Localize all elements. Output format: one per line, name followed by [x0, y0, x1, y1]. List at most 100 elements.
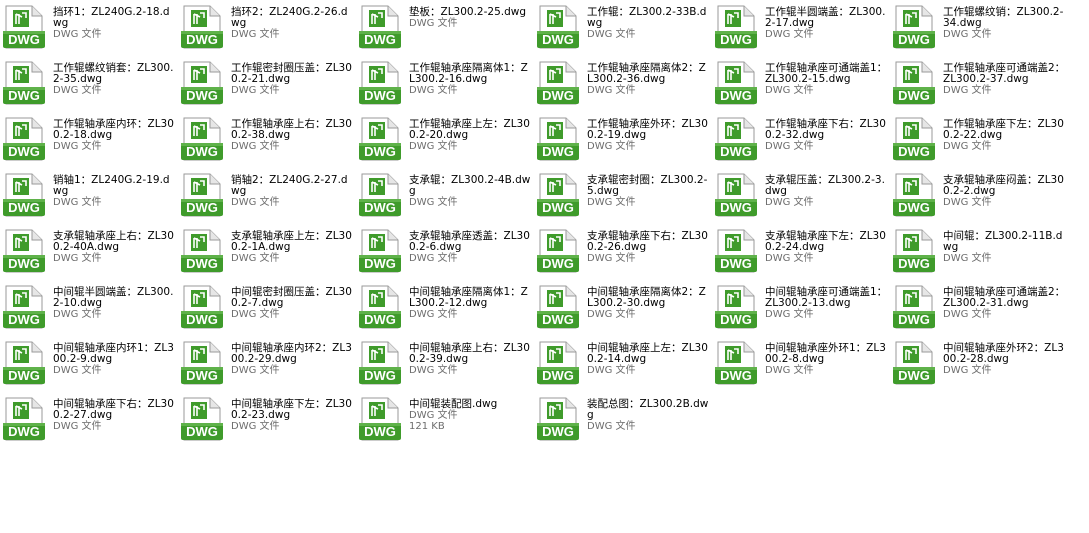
file-item[interactable]: DWG 工作辊轴承座外环：ZL300.2-19.dwg DWG 文件	[534, 114, 712, 170]
file-item[interactable]: DWG 支承辊轴承座上右：ZL300.2-40A.dwg DWG 文件	[0, 226, 178, 282]
file-type: DWG 文件	[587, 85, 636, 96]
file-details: 中间辊：ZL300.2-11B.dwg DWG 文件	[943, 231, 1066, 265]
file-name: 销轴1：ZL240G.2-19.dwg	[53, 174, 170, 197]
dwg-file-icon: DWG	[536, 397, 580, 441]
file-name: 工作辊轴承座外环：ZL300.2-19.dwg	[587, 118, 708, 141]
file-item[interactable]: DWG 销轴1：ZL240G.2-19.dwg DWG 文件	[0, 170, 178, 226]
file-item[interactable]: DWG 支承辊压盖：ZL300.2-3.dwg DWG 文件	[712, 170, 890, 226]
file-details: 工作辊轴承座隔离体1：ZL300.2-16.dwg DWG 文件	[409, 63, 532, 97]
file-item[interactable]: DWG 工作辊半圆端盖：ZL300.2-17.dwg DWG 文件	[712, 2, 890, 58]
file-name: 工作辊轴承座隔离体2：ZL300.2-36.dwg	[587, 62, 706, 85]
file-icon-label: DWG	[364, 88, 396, 103]
file-item[interactable]: DWG 支承辊轴承座下右：ZL300.2-26.dwg DWG 文件	[534, 226, 712, 282]
file-icon-label: DWG	[8, 32, 40, 47]
file-item[interactable]: DWG 工作辊轴承座可通端盖1：ZL300.2-15.dwg DWG 文件	[712, 58, 890, 114]
file-item[interactable]: DWG 工作辊轴承座下左：ZL300.2-22.dwg DWG 文件	[890, 114, 1068, 170]
file-item[interactable]: DWG 工作辊轴承座隔离体2：ZL300.2-36.dwg DWG 文件	[534, 58, 712, 114]
file-item[interactable]: DWG 中间辊轴承座内环2：ZL300.2-29.dwg DWG 文件	[178, 338, 356, 394]
file-item[interactable]: DWG 垫板：ZL300.2-25.dwg DWG 文件	[356, 2, 534, 58]
dwg-file-icon: DWG	[536, 117, 580, 161]
file-item[interactable]: DWG 中间辊轴承座上左：ZL300.2-14.dwg DWG 文件	[534, 338, 712, 394]
file-item[interactable]: DWG 中间辊轴承座下右：ZL300.2-27.dwg DWG 文件	[0, 394, 178, 450]
file-type: DWG 文件	[231, 421, 280, 432]
file-details: 工作辊轴承座可通端盖2：ZL300.2-37.dwg DWG 文件	[943, 63, 1066, 97]
dwg-file-icon: DWG	[714, 5, 758, 49]
file-details: 支承辊：ZL300.2-4B.dwg DWG 文件	[409, 174, 532, 209]
file-item[interactable]: DWG 工作辊密封圈压盖：ZL300.2-21.dwg DWG 文件	[178, 58, 356, 114]
file-type: DWG 文件	[943, 29, 992, 40]
file-item[interactable]: DWG 工作辊轴承座上右：ZL300.2-38.dwg DWG 文件	[178, 114, 356, 170]
file-item[interactable]: DWG 中间辊轴承座隔离体1：ZL300.2-12.dwg DWG 文件	[356, 282, 534, 338]
file-item[interactable]: DWG 支承辊轴承座下左：ZL300.2-24.dwg DWG 文件	[712, 226, 890, 282]
dwg-file-icon: DWG	[180, 285, 224, 329]
file-item[interactable]: DWG 工作辊：ZL300.2-33B.dwg DWG 文件	[534, 2, 712, 58]
file-item[interactable]: DWG 中间辊：ZL300.2-11B.dwg DWG 文件	[890, 226, 1068, 282]
dwg-file-icon: DWG	[2, 229, 46, 273]
file-name: 中间辊轴承座内环2：ZL300.2-29.dwg	[231, 342, 352, 365]
file-icon-label: DWG	[542, 200, 574, 215]
file-item[interactable]: DWG 支承辊轴承座上左：ZL300.2-1A.dwg DWG 文件	[178, 226, 356, 282]
file-item[interactable]: DWG 工作辊轴承座隔离体1：ZL300.2-16.dwg DWG 文件	[356, 58, 534, 114]
dwg-file-icon: DWG	[180, 397, 224, 441]
dwg-file-icon: DWG	[892, 341, 936, 385]
file-name: 垫板：ZL300.2-25.dwg	[409, 6, 527, 18]
file-type: DWG 文件	[943, 253, 992, 264]
file-item[interactable]: DWG 工作辊螺纹销：ZL300.2-34.dwg DWG 文件	[890, 2, 1068, 58]
file-item[interactable]: DWG 工作辊轴承座可通端盖2：ZL300.2-37.dwg DWG 文件	[890, 58, 1068, 114]
file-name: 支承辊：ZL300.2-4B.dwg	[409, 174, 531, 197]
file-item[interactable]: DWG 中间辊轴承座外环2：ZL300.2-28.dwg DWG 文件	[890, 338, 1068, 394]
file-type: DWG 文件	[587, 253, 636, 264]
file-icon-label: DWG	[720, 88, 752, 103]
file-icon-label: DWG	[186, 424, 218, 439]
file-item[interactable]: DWG 中间辊装配图.dwg DWG 文件 121 KB	[356, 394, 534, 450]
file-details: 销轴1：ZL240G.2-19.dwg DWG 文件	[53, 174, 176, 209]
file-type: DWG 文件	[231, 197, 280, 208]
dwg-file-icon: DWG	[892, 5, 936, 49]
file-type: DWG 文件	[53, 253, 102, 264]
dwg-file-icon: DWG	[358, 341, 402, 385]
file-item[interactable]: DWG 支承辊：ZL300.2-4B.dwg DWG 文件	[356, 170, 534, 226]
dwg-file-icon: DWG	[2, 5, 46, 49]
file-name: 工作辊轴承座内环：ZL300.2-18.dwg	[53, 118, 174, 141]
file-details: 工作辊轴承座隔离体2：ZL300.2-36.dwg DWG 文件	[587, 62, 710, 97]
file-type: DWG 文件	[231, 365, 280, 376]
file-item[interactable]: DWG 中间辊轴承座下左：ZL300.2-23.dwg DWG 文件	[178, 394, 356, 450]
file-item[interactable]: DWG 中间辊轴承座可通端盖2：ZL300.2-31.dwg DWG 文件	[890, 282, 1068, 338]
file-type: DWG 文件	[53, 421, 102, 432]
file-item[interactable]: DWG 工作辊轴承座下右：ZL300.2-32.dwg DWG 文件	[712, 114, 890, 170]
file-item[interactable]: DWG 支承辊密封圈：ZL300.2-5.dwg DWG 文件	[534, 170, 712, 226]
file-item[interactable]: DWG 挡环1：ZL240G.2-18.dwg DWG 文件	[0, 2, 178, 58]
file-name: 工作辊半圆端盖：ZL300.2-17.dwg	[765, 6, 886, 29]
file-type: DWG 文件	[53, 141, 102, 152]
file-icon-label: DWG	[898, 32, 930, 47]
dwg-file-icon: DWG	[714, 173, 758, 217]
file-item[interactable]: DWG 工作辊轴承座上左：ZL300.2-20.dwg DWG 文件	[356, 114, 534, 170]
dwg-file-icon: DWG	[892, 229, 936, 273]
dwg-file-icon: DWG	[892, 61, 936, 105]
file-icon-label: DWG	[720, 200, 752, 215]
file-item[interactable]: DWG 中间辊轴承座外环1：ZL300.2-8.dwg DWG 文件	[712, 338, 890, 394]
file-item[interactable]: DWG 支承辊轴承座透盖：ZL300.2-6.dwg DWG 文件	[356, 226, 534, 282]
file-item[interactable]: DWG 支承辊轴承座闷盖：ZL300.2-2.dwg DWG 文件	[890, 170, 1068, 226]
file-icon-label: DWG	[8, 200, 40, 215]
file-item[interactable]: DWG 工作辊轴承座内环：ZL300.2-18.dwg DWG 文件	[0, 114, 178, 170]
file-details: 支承辊压盖：ZL300.2-3.dwg DWG 文件	[765, 175, 888, 209]
file-type: DWG 文件	[53, 85, 102, 96]
file-details: 工作辊轴承座下左：ZL300.2-22.dwg DWG 文件	[943, 119, 1066, 153]
file-icon-label: DWG	[364, 368, 396, 383]
file-item[interactable]: DWG 挡环2：ZL240G.2-26.dwg DWG 文件	[178, 2, 356, 58]
file-item[interactable]: DWG 中间辊轴承座可通端盖1：ZL300.2-13.dwg DWG 文件	[712, 282, 890, 338]
file-item[interactable]: DWG 销轴2：ZL240G.2-27.dwg DWG 文件	[178, 170, 356, 226]
file-item[interactable]: DWG 工作辊螺纹销套：ZL300.2-35.dwg DWG 文件	[0, 58, 178, 114]
file-item[interactable]: DWG 装配总图：ZL300.2B.dwg DWG 文件	[534, 394, 712, 450]
dwg-file-icon: DWG	[714, 229, 758, 273]
file-item[interactable]: DWG 中间辊轴承座上右：ZL300.2-39.dwg DWG 文件	[356, 338, 534, 394]
file-item[interactable]: DWG 中间辊轴承座隔离体2：ZL300.2-30.dwg DWG 文件	[534, 282, 712, 338]
file-icon-label: DWG	[898, 256, 930, 271]
file-icon-label: DWG	[8, 144, 40, 159]
file-item[interactable]: DWG 中间辊半圆端盖：ZL300.2-10.dwg DWG 文件	[0, 282, 178, 338]
file-details: 中间辊轴承座外环1：ZL300.2-8.dwg DWG 文件	[765, 343, 888, 377]
file-item[interactable]: DWG 中间辊密封圈压盖：ZL300.2-7.dwg DWG 文件	[178, 282, 356, 338]
file-details: 工作辊半圆端盖：ZL300.2-17.dwg DWG 文件	[765, 6, 888, 41]
file-item[interactable]: DWG 中间辊轴承座内环1：ZL300.2-9.dwg DWG 文件	[0, 338, 178, 394]
